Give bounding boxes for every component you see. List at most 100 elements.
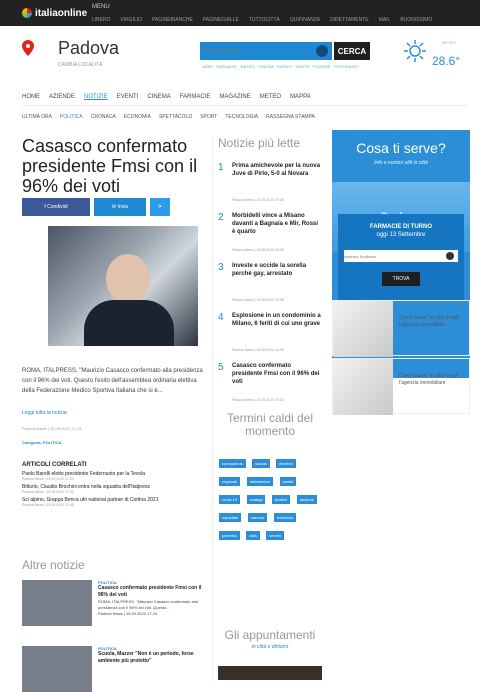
hot-term-tag[interactable]: covid-19	[219, 495, 241, 504]
nav-eventi[interactable]: EVENTI	[117, 94, 139, 100]
topbar-link[interactable]: BUONISSIMO	[400, 17, 432, 23]
hot-term-tag[interactable]: tamponi	[296, 495, 317, 504]
ad-text[interactable]: Cerchi casa? In città scegli l'agenzia i…	[399, 315, 469, 329]
most-read-meta: Padova News | 13.09.2020 17:38	[232, 198, 284, 202]
nav-notizie[interactable]: NOTIZIE	[84, 94, 108, 100]
topbar-link[interactable]: LIBERO	[92, 17, 110, 23]
nav-home[interactable]: HOME	[22, 94, 40, 100]
search-input[interactable]	[204, 45, 314, 57]
events-image-strip[interactable]	[218, 666, 322, 680]
hot-term-tag[interactable]: scuola	[252, 459, 270, 468]
most-read-item[interactable]: 1 Prima amichevole per la nuova Juve di …	[218, 162, 322, 208]
most-read-title-link[interactable]: Esplosione in un condominio a Milano, 6 …	[232, 312, 322, 328]
facebook-share-button[interactable]: f Condividi	[22, 198, 90, 216]
hot-term-tag[interactable]: regionali	[219, 477, 241, 486]
hot-term-tag[interactable]: juventus	[219, 531, 240, 540]
most-read-item[interactable]: 2 Morbidelli vince a Misano davanti a Ba…	[218, 212, 322, 258]
hot-term-tag[interactable]: vaccino	[247, 513, 268, 522]
most-read-item[interactable]: 5 Casasco confermato presidente Fmsi con…	[218, 362, 322, 408]
most-read-title-link[interactable]: Prima amichevole per la nuova Juve di Pi…	[232, 162, 322, 178]
most-read-item[interactable]: 4 Esplosione in un condominio a Milano, …	[218, 312, 322, 358]
news-card-thumbnail[interactable]	[22, 580, 92, 626]
nav-magazine[interactable]: MAGAZINE	[219, 94, 250, 100]
article-title: Casasco confermato presidente Fmsi con i…	[22, 136, 198, 196]
pharmacy-address-input[interactable]	[344, 250, 458, 262]
nav-farmacie[interactable]: FARMACIE	[180, 94, 211, 100]
most-read-number: 2	[218, 212, 224, 223]
most-read-item[interactable]: 3 Investe e uccide la sorella perchè gay…	[218, 262, 322, 308]
city-search-box[interactable]	[200, 42, 332, 60]
nav-cinema[interactable]: CINEMA	[147, 94, 170, 100]
services-subtitle: Info e numeri utili in città	[374, 160, 428, 166]
hot-term-tag[interactable]: referendum	[246, 477, 274, 486]
top-bar: italiaonline MENU LIBERO VIRGILIO PAGINE…	[0, 0, 480, 26]
subnav-rassegna-stampa[interactable]: RASSEGNA STAMPA	[266, 114, 315, 120]
topbar-link[interactable]: VIRGILIO	[120, 17, 142, 23]
topbar-link[interactable]: MAIL	[379, 17, 391, 23]
subnav-spettacolo[interactable]: SPETTACOLO	[159, 114, 192, 120]
subnav-politica[interactable]: POLITICA	[60, 114, 83, 120]
most-read-meta: Padova News | 13.09.2020 14:05	[232, 348, 284, 352]
news-card-title[interactable]: Scuola, Mazzer "Non è un periodo, forse …	[98, 651, 212, 665]
ad-image[interactable]	[333, 301, 393, 357]
topbar-link[interactable]: PAGINEBIANCHE	[152, 17, 193, 23]
location-pin-icon	[22, 40, 34, 56]
subnav-economia[interactable]: ECONOMIA	[124, 114, 151, 120]
topbar-link[interactable]: PAGINEGIALLE	[203, 17, 239, 23]
ad-text[interactable]: Cerchi casa? In città scegli l'agenzia i…	[399, 373, 469, 387]
subnav-ultima-ora[interactable]: ULTIMA ORA	[22, 114, 52, 120]
real-estate-ad[interactable]: Cerchi casa? In città scegli l'agenzia i…	[332, 358, 470, 415]
related-item[interactable]: Paolo Barelli eletto presidente Federnuo…	[22, 471, 204, 481]
ad-image[interactable]	[333, 359, 393, 415]
hot-term-tag[interactable]: elezioni	[276, 459, 296, 468]
news-card[interactable]: POLITICA Scuola, Mazzer "Non è un period…	[22, 646, 212, 692]
news-card[interactable]: POLITICA Casasco confermato presidente F…	[22, 580, 212, 626]
most-read-title-link[interactable]: Casasco confermato presidente Fmsi con i…	[232, 362, 322, 386]
most-read-number: 1	[218, 162, 224, 173]
hot-term-tag[interactable]: veneto	[266, 531, 285, 540]
real-estate-ad[interactable]: Cerchi casa? In città scegli l'agenzia i…	[332, 300, 470, 357]
hot-term-tag[interactable]: coronavirus	[219, 459, 246, 468]
topbar-link[interactable]: DIRETTAMENTE	[330, 17, 369, 23]
cerca-button[interactable]: CERCA	[334, 42, 370, 60]
hot-term-tag[interactable]: zaia	[246, 531, 260, 540]
category-value[interactable]: POLITICA	[43, 440, 62, 445]
related-item[interactable]: Sci alpino, Grappa Benca ufo national pa…	[22, 497, 204, 507]
hot-term-tag[interactable]: contagi	[246, 495, 266, 504]
news-card-title[interactable]: Casasco confermato presidente Fmsi con i…	[98, 585, 212, 599]
news-card-excerpt: ROMA, ITALPRESS, "Maurizio Casasco confe…	[98, 599, 198, 610]
hot-term-tag[interactable]: lockdown	[273, 513, 297, 522]
news-card-text: POLITICA Scuola, Mazzer "Non è un period…	[98, 646, 212, 665]
hot-term-tag[interactable]: sanità	[279, 477, 297, 486]
twitter-share-button[interactable]: ✈	[150, 198, 170, 216]
menu-button[interactable]: MENU	[92, 4, 110, 10]
messenger-share-button[interactable]: ✉ Invia	[94, 198, 146, 216]
article-body: ROMA, ITALPRESS, "Maurizio Casasco confe…	[22, 368, 203, 394]
subnav-sport[interactable]: SPORT	[200, 114, 217, 120]
quick-links[interactable]: AREE · FARMACIE · METEO · CINEMA · EVENT…	[202, 64, 358, 69]
most-read: Notizie più lette 1 Prima amichevole per…	[218, 136, 322, 402]
pharmacy-search-icon[interactable]	[446, 252, 454, 260]
topbar-link[interactable]: QUIFINANZA	[290, 17, 320, 23]
read-more-link[interactable]: Leggi tutta la notizia	[22, 410, 66, 416]
most-read-title-link[interactable]: Morbidelli vince a Misano davanti a Bagn…	[232, 212, 322, 236]
hot-term-tag[interactable]: positivi	[271, 495, 291, 504]
most-read-number: 5	[218, 362, 224, 373]
topbar-link[interactable]: TUTTOCITTÀ	[249, 17, 280, 23]
nav-aziende[interactable]: AZIENDE	[49, 94, 75, 100]
logo-text: italiaonline	[35, 7, 88, 19]
most-read-title-link[interactable]: Investe e uccide la sorella perchè gay, …	[232, 262, 322, 278]
nav-mappa[interactable]: MAPPA	[290, 94, 311, 100]
brand-logo[interactable]: italiaonline	[22, 6, 87, 20]
hot-term-tag[interactable]: ospedale	[219, 513, 242, 522]
most-read-meta: Padova News | 13.09.2020 17:24	[232, 398, 284, 402]
news-card-thumbnail[interactable]	[22, 646, 92, 692]
subnav-tecnologia[interactable]: TECNOLOGIA	[225, 114, 258, 120]
nav-meteo[interactable]: METEO	[260, 94, 281, 100]
trova-button[interactable]: TROVA	[382, 272, 420, 286]
main-nav: HOME AZIENDE NOTIZIE EVENTI CINEMA FARMA…	[22, 88, 468, 106]
change-city-link[interactable]: CAMBIA LOCALITÀ	[58, 62, 102, 68]
subnav-cronaca[interactable]: CRONACA	[91, 114, 116, 120]
related-item[interactable]: Bitturio, Claudio Brochini entra nella s…	[22, 484, 204, 494]
search-icon[interactable]	[316, 45, 328, 57]
